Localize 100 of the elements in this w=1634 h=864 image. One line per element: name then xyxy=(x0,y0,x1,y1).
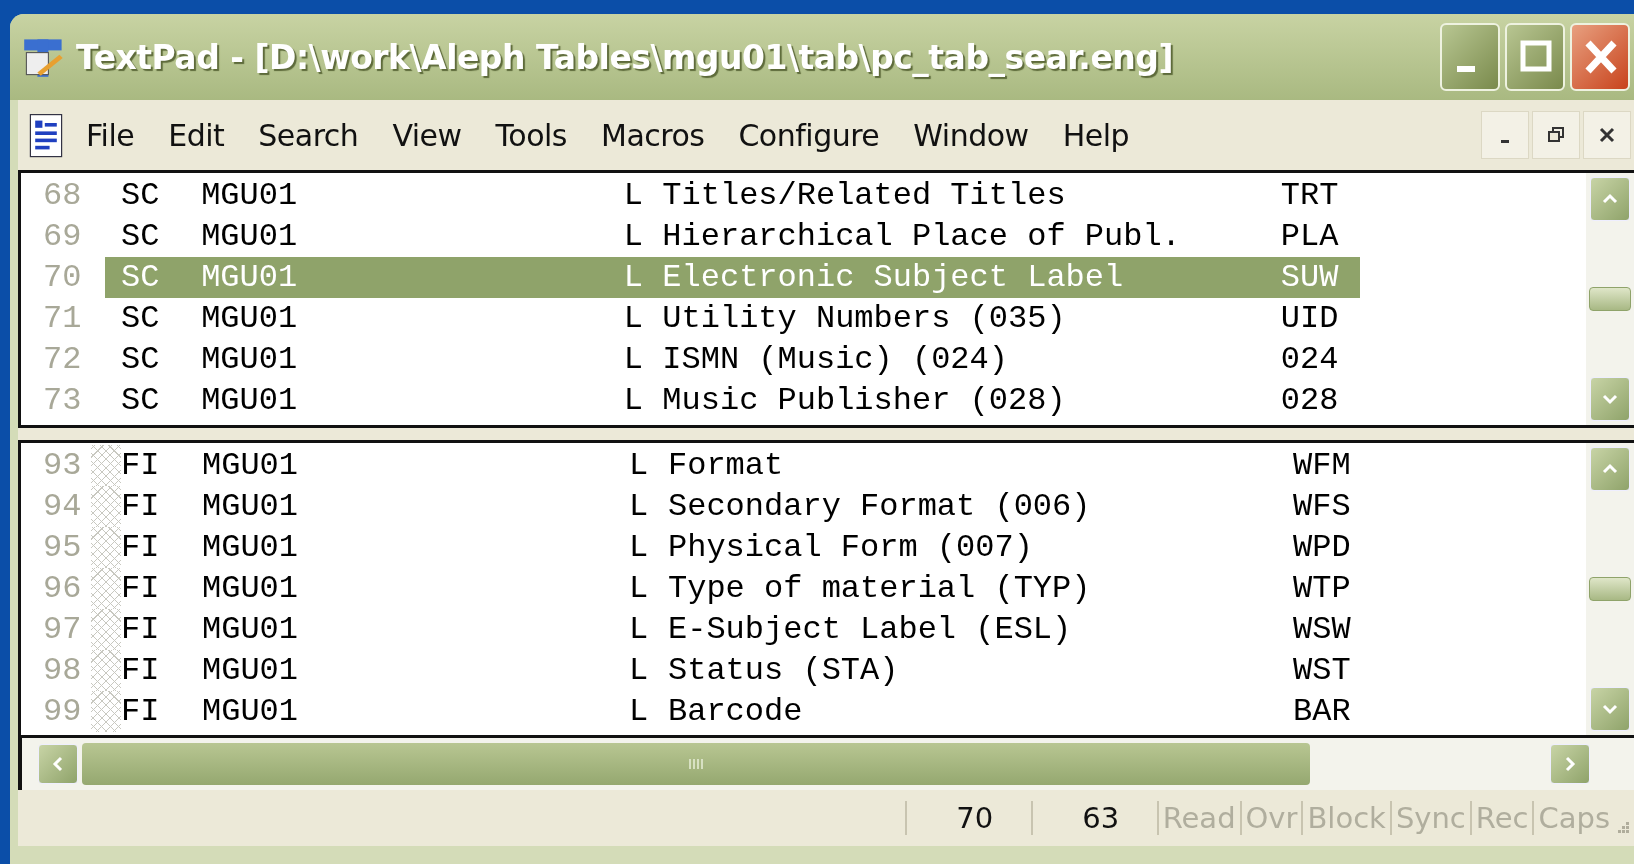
scroll-thumb[interactable] xyxy=(1589,287,1631,311)
close-button[interactable] xyxy=(1583,111,1631,159)
code-text: ISMN (Music) (024) xyxy=(662,341,1009,378)
code-text: L xyxy=(623,218,644,255)
scroll-up-button[interactable] xyxy=(1590,177,1630,221)
code-text: WPD xyxy=(1293,529,1352,566)
code-text: MGU01 xyxy=(201,341,299,378)
code-text: Utility Numbers (035) xyxy=(662,300,1067,337)
menu-item[interactable]: Configure xyxy=(738,117,880,153)
restore-button[interactable] xyxy=(1532,111,1580,159)
code-text: MGU01 xyxy=(201,177,299,214)
scroll-up-button[interactable] xyxy=(1590,447,1630,491)
code-text: SC xyxy=(121,218,161,255)
code-text: L xyxy=(629,611,650,648)
code-text: UID xyxy=(1280,300,1340,337)
scroll-right-button[interactable] xyxy=(1550,744,1590,784)
code-text: Hierarchical Place of Publ. xyxy=(662,218,1182,255)
code-text: MGU01 xyxy=(202,529,299,566)
line-number: 94 xyxy=(42,488,83,525)
code-text: L xyxy=(629,570,650,607)
minimize-icon xyxy=(1457,66,1475,72)
line-number: 93 xyxy=(42,447,83,484)
code-text: Barcode xyxy=(668,693,804,730)
status-indicator: Rec xyxy=(1469,801,1533,835)
code-text: Physical Form (007) xyxy=(668,529,1034,566)
line-number: 97 xyxy=(42,611,83,648)
code-text: L xyxy=(629,488,650,525)
code-text: FI xyxy=(121,652,161,689)
code-text: L xyxy=(629,652,650,689)
code-text: SC xyxy=(121,341,161,378)
menu-item[interactable]: Help xyxy=(1062,117,1130,153)
code-text: FI xyxy=(121,447,161,484)
menu-item[interactable]: Search xyxy=(258,117,359,153)
line-number: 99 xyxy=(42,693,83,730)
code-text: FI xyxy=(121,570,161,607)
line-number: 72 xyxy=(42,341,83,378)
code-text: Music Publisher (028) xyxy=(662,382,1067,419)
code-text: PLA xyxy=(1280,218,1340,255)
line-number: 68 xyxy=(42,177,83,214)
code-text: TRT xyxy=(1280,177,1340,214)
grip-lines-icon xyxy=(688,758,704,770)
horizontal-scrollbar[interactable] xyxy=(18,738,1634,790)
code-text: SC xyxy=(121,300,161,337)
code-text: WST xyxy=(1293,652,1352,689)
code-text: FI xyxy=(121,488,161,525)
code-text: WTP xyxy=(1293,570,1352,607)
code-text: MGU01 xyxy=(201,218,299,255)
document-icon[interactable] xyxy=(28,111,64,159)
menu-item[interactable]: Window xyxy=(913,117,1029,153)
scroll-down-button[interactable] xyxy=(1590,377,1630,421)
line-number: 98 xyxy=(42,652,83,689)
code-text: SC xyxy=(121,382,161,419)
status-indicator: Read xyxy=(1156,801,1240,835)
vertical-scrollbar[interactable] xyxy=(1586,173,1634,425)
code-text: SUW xyxy=(1280,259,1340,296)
code-text: MGU01 xyxy=(202,652,299,689)
code-text: MGU01 xyxy=(202,488,299,525)
editor-pane[interactable] xyxy=(18,440,1634,738)
scroll-thumb[interactable] xyxy=(1589,577,1631,601)
code-text: MGU01 xyxy=(201,259,299,296)
menu-item[interactable]: Macros xyxy=(601,117,705,153)
status-indicator: Ovr xyxy=(1239,801,1302,835)
code-text: L xyxy=(623,259,644,296)
line-indicator: 70 xyxy=(904,801,1031,835)
code-text: FI xyxy=(121,611,161,648)
code-text: Secondary Format (006) xyxy=(668,488,1092,525)
line-number: 95 xyxy=(42,529,83,566)
code-text: L xyxy=(623,382,644,419)
line-number: 96 xyxy=(42,570,83,607)
code-text: E-Subject Label (ESL) xyxy=(668,611,1073,648)
line-number: 70 xyxy=(42,259,83,296)
menu-item[interactable]: File xyxy=(86,117,135,153)
status-indicator: Sync xyxy=(1389,801,1470,835)
line-number: 73 xyxy=(42,382,83,419)
line-number: 69 xyxy=(42,218,83,255)
maximize-button[interactable] xyxy=(1505,23,1565,91)
minimize-icon xyxy=(1501,139,1509,143)
editor-pane[interactable] xyxy=(18,170,1634,428)
scroll-thumb[interactable] xyxy=(82,743,1310,785)
vertical-scrollbar[interactable] xyxy=(1586,443,1634,735)
code-text: MGU01 xyxy=(202,570,299,607)
scroll-down-button[interactable] xyxy=(1590,687,1630,731)
menu-item[interactable]: View xyxy=(392,117,462,153)
menu-item[interactable]: Edit xyxy=(168,117,225,153)
code-text: Titles/Related Titles xyxy=(662,177,1067,214)
code-text: Format xyxy=(668,447,785,484)
scroll-left-button[interactable] xyxy=(38,744,78,784)
code-text: MGU01 xyxy=(202,447,299,484)
code-text: WFS xyxy=(1293,488,1352,525)
window-title: TextPad - [D:\work\Aleph Tables\mgu01\tab\pc_tab_sear.eng] xyxy=(76,37,1173,77)
code-text: Type of material (TYP) xyxy=(668,570,1092,607)
status-indicator: Caps xyxy=(1532,801,1614,835)
line-number: 71 xyxy=(42,300,83,337)
code-text: WSW xyxy=(1293,611,1352,648)
code-text: SC xyxy=(121,177,161,214)
code-text: MGU01 xyxy=(201,382,299,419)
menu-item[interactable]: Tools xyxy=(495,117,567,153)
code-text: 028 xyxy=(1280,382,1340,419)
code-text: L xyxy=(623,300,644,337)
code-text: L xyxy=(623,177,644,214)
